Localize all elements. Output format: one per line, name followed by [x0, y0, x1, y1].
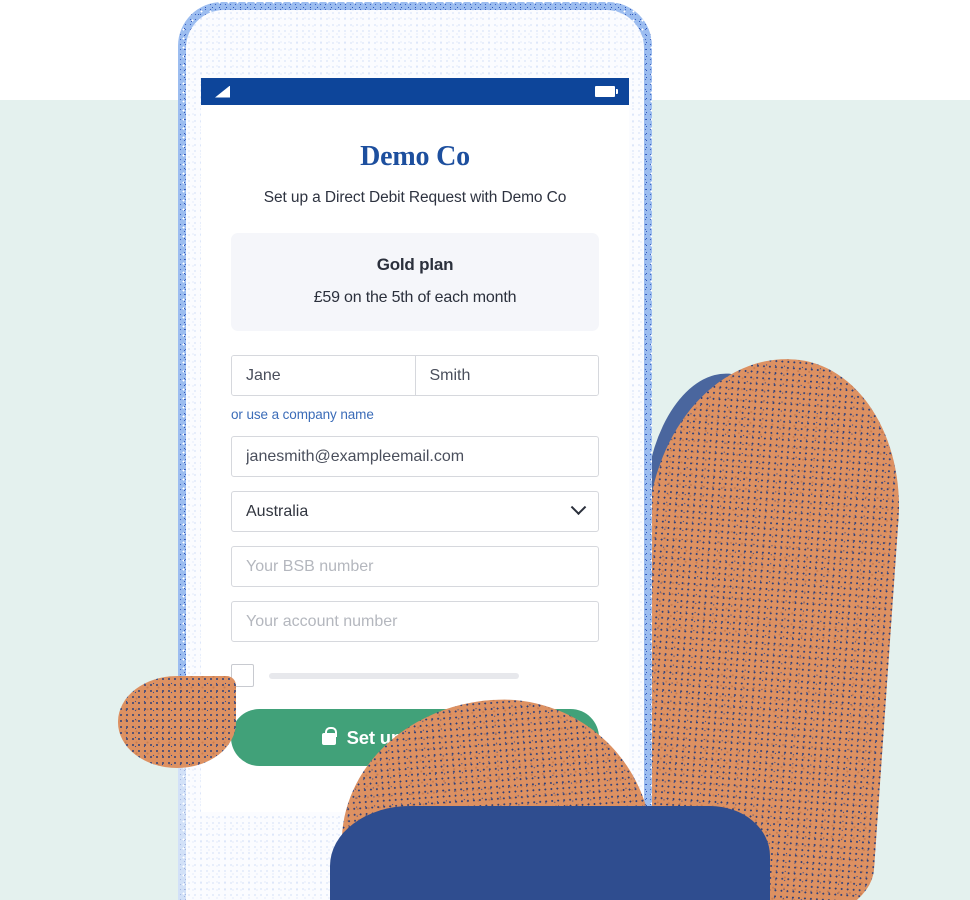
checkout-page-body: Demo Co Set up a Direct Debit Request wi…	[201, 141, 629, 766]
terms-row	[231, 664, 599, 687]
country-select-value: Australia	[246, 502, 309, 520]
name-field-row	[231, 355, 599, 396]
direct-debit-form: or use a company name Australia	[231, 355, 599, 766]
brand-logo: Demo Co	[360, 141, 470, 172]
plan-name: Gold plan	[376, 255, 454, 274]
chevron-down-icon	[570, 499, 587, 516]
phone-status-bar	[201, 78, 629, 105]
plan-detail: £59 on the 5th of each month	[313, 289, 517, 306]
lock-icon	[321, 727, 337, 745]
bsb-number-input[interactable]	[246, 557, 584, 576]
phone-screen: Demo Co Set up a Direct Debit Request wi…	[201, 78, 629, 812]
screenshot-stage: Demo Co Set up a Direct Debit Request wi…	[0, 0, 970, 900]
submit-button-label: Set up Direct Debit	[346, 726, 509, 748]
email-input[interactable]	[246, 447, 584, 466]
last-name-input[interactable]	[414, 356, 598, 395]
use-company-name-link[interactable]: or use a company name	[231, 407, 599, 422]
terms-checkbox[interactable]	[231, 664, 254, 687]
account-number-input[interactable]	[246, 612, 584, 631]
submit-direct-debit-button[interactable]: Set up Direct Debit	[231, 709, 599, 766]
battery-icon	[595, 86, 618, 97]
signal-strength-icon	[215, 85, 230, 98]
country-select[interactable]: Australia	[231, 491, 599, 532]
first-name-input[interactable]	[232, 356, 415, 395]
plan-summary-card: Gold plan £59 on the 5th of each month	[231, 233, 599, 331]
page-subtitle: Set up a Direct Debit Request with Demo …	[263, 189, 567, 206]
account-number-field-wrapper	[231, 601, 599, 642]
terms-text-placeholder	[269, 672, 519, 679]
bsb-field-wrapper	[231, 546, 599, 587]
email-field-wrapper	[231, 436, 599, 477]
